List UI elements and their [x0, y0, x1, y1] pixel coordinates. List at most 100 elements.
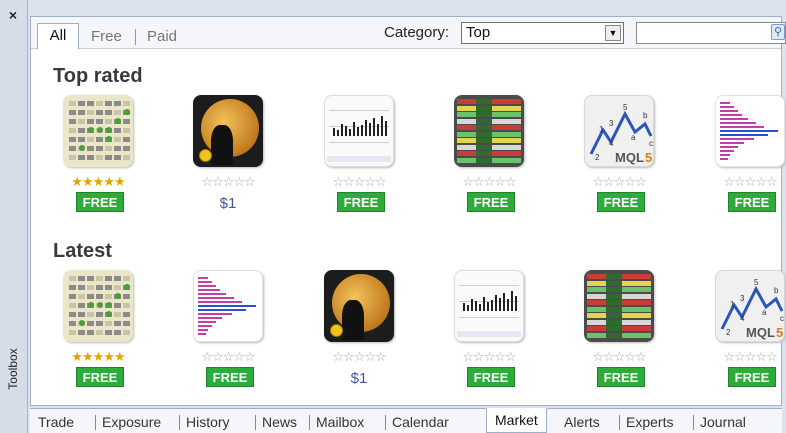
chart-candle — [511, 291, 513, 311]
board-cell — [114, 303, 121, 308]
product-thumbnail[interactable] — [584, 270, 654, 342]
mql-wave-graphic: 12345abcMQL 5 — [720, 278, 784, 340]
product-card[interactable]: ☆☆☆☆☆ FREE — [183, 270, 273, 420]
close-icon[interactable]: × — [6, 8, 20, 22]
chart-candle — [471, 299, 473, 311]
table-row — [457, 138, 521, 143]
free-badge[interactable]: FREE — [467, 367, 515, 387]
board-piece — [97, 127, 103, 133]
rating-stars: ☆☆☆☆☆ — [723, 174, 777, 189]
chart-candle — [337, 130, 339, 136]
tab-market[interactable]: Market — [486, 408, 547, 433]
board-cell — [69, 119, 76, 124]
section-title-latest: Latest — [53, 240, 112, 262]
chart-footer — [457, 331, 521, 337]
tab-calendar[interactable]: Calendar — [392, 411, 449, 433]
table-row — [457, 105, 521, 111]
product-thumbnail[interactable] — [324, 95, 394, 167]
product-thumbnail[interactable] — [63, 270, 133, 342]
board-cell — [69, 110, 76, 115]
board-cell — [114, 312, 121, 317]
board-piece — [79, 320, 85, 326]
product-card[interactable]: ★★★★★ FREE — [53, 270, 143, 420]
tab-mailbox[interactable]: Mailbox — [316, 411, 364, 433]
free-badge[interactable]: FREE — [728, 367, 776, 387]
product-thumbnail[interactable] — [193, 95, 263, 167]
free-badge[interactable]: FREE — [728, 192, 776, 212]
toolbox-label-text: Toolbox — [6, 348, 20, 390]
rating-stars: ☆☆☆☆☆ — [462, 174, 516, 189]
board-cell — [78, 155, 85, 160]
search-input[interactable] — [636, 22, 786, 44]
product-thumbnail[interactable] — [63, 95, 133, 167]
product-thumbnail[interactable] — [454, 270, 524, 342]
free-badge[interactable]: FREE — [467, 192, 515, 212]
product-card[interactable]: ☆☆☆☆☆ FREE — [705, 95, 786, 245]
board-cell — [123, 155, 130, 160]
product-card[interactable]: 1 2 3 4 5 a b c MQL 5 ☆☆☆☆☆ FREE — [574, 95, 664, 245]
tab-news[interactable]: News — [262, 411, 297, 433]
product-thumbnail[interactable] — [324, 270, 394, 342]
price-link[interactable]: $1 — [193, 195, 263, 212]
product-thumbnail[interactable] — [193, 270, 263, 342]
mql-logo-text: MQL — [615, 150, 644, 165]
product-thumbnail[interactable] — [715, 95, 785, 167]
category-label: Category: — [384, 24, 450, 41]
free-badge[interactable]: FREE — [76, 192, 124, 212]
board-cell — [87, 155, 94, 160]
chart-candle — [369, 123, 371, 136]
tab-paid[interactable]: Paid — [147, 25, 177, 49]
product-card[interactable]: ☆☆☆☆☆ $1 — [314, 270, 404, 420]
chevron-down-icon[interactable]: ▼ — [605, 25, 621, 41]
board-cell — [105, 330, 112, 335]
board-cell — [114, 101, 121, 106]
tab-free[interactable]: Free — [91, 25, 122, 49]
product-thumbnail[interactable] — [454, 95, 524, 167]
board-cell — [123, 294, 130, 299]
board-piece — [115, 293, 121, 299]
board-cell — [78, 330, 85, 335]
product-thumbnail[interactable]: 1 2 3 4 5 a b c MQL 5 — [584, 95, 654, 167]
product-card[interactable]: ☆☆☆☆☆ FREE — [444, 95, 534, 245]
board-cell — [87, 312, 94, 317]
tab-trade[interactable]: Trade — [38, 411, 74, 433]
toolbox-window: × Toolbox All Free Paid Category: Top ▼ … — [0, 0, 786, 433]
category-select[interactable]: Top ▼ — [461, 22, 624, 44]
free-badge[interactable]: FREE — [206, 367, 254, 387]
tab-all[interactable]: All — [37, 23, 79, 50]
product-card[interactable]: 1 2 3 4 5 a b c MQL 5 ☆☆☆☆☆ FREE — [705, 270, 786, 420]
board-cell — [105, 119, 112, 124]
board-cell — [69, 294, 76, 299]
wave-number: 4 — [740, 314, 745, 323]
price-link[interactable]: $1 — [324, 370, 394, 387]
wave-number: a — [762, 308, 767, 317]
tab-journal[interactable]: Journal — [700, 411, 746, 433]
free-badge[interactable]: FREE — [597, 367, 645, 387]
free-badge[interactable]: FREE — [597, 192, 645, 212]
product-thumbnail[interactable]: 1 2 3 4 5 a b c MQL 5 — [715, 270, 785, 342]
board-piece — [79, 145, 85, 151]
tab-alerts[interactable]: Alerts — [564, 411, 600, 433]
board-cell — [114, 155, 121, 160]
chart-candle — [507, 299, 509, 311]
product-card[interactable]: ★★★★★ FREE — [53, 95, 143, 245]
product-card[interactable]: ☆☆☆☆☆ FREE — [444, 270, 534, 420]
chart-gridline — [329, 142, 389, 143]
board-piece — [88, 302, 94, 308]
histogram-bar — [720, 118, 748, 120]
board-piece — [106, 136, 112, 142]
board-cell — [78, 276, 85, 281]
product-card[interactable]: ☆☆☆☆☆ FREE — [574, 270, 664, 420]
product-card[interactable]: ☆☆☆☆☆ $1 — [183, 95, 273, 245]
board-cell — [96, 294, 103, 299]
search-icon[interactable]: ⚲ — [771, 24, 785, 40]
table-row — [587, 293, 651, 299]
board-cell — [123, 101, 130, 106]
tab-history[interactable]: History — [186, 411, 230, 433]
free-badge[interactable]: FREE — [337, 192, 385, 212]
tab-exposure[interactable]: Exposure — [102, 411, 161, 433]
free-badge[interactable]: FREE — [76, 367, 124, 387]
tab-experts[interactable]: Experts — [626, 411, 673, 433]
board-cell — [78, 110, 85, 115]
product-card[interactable]: ☆☆☆☆☆ FREE — [314, 95, 404, 245]
